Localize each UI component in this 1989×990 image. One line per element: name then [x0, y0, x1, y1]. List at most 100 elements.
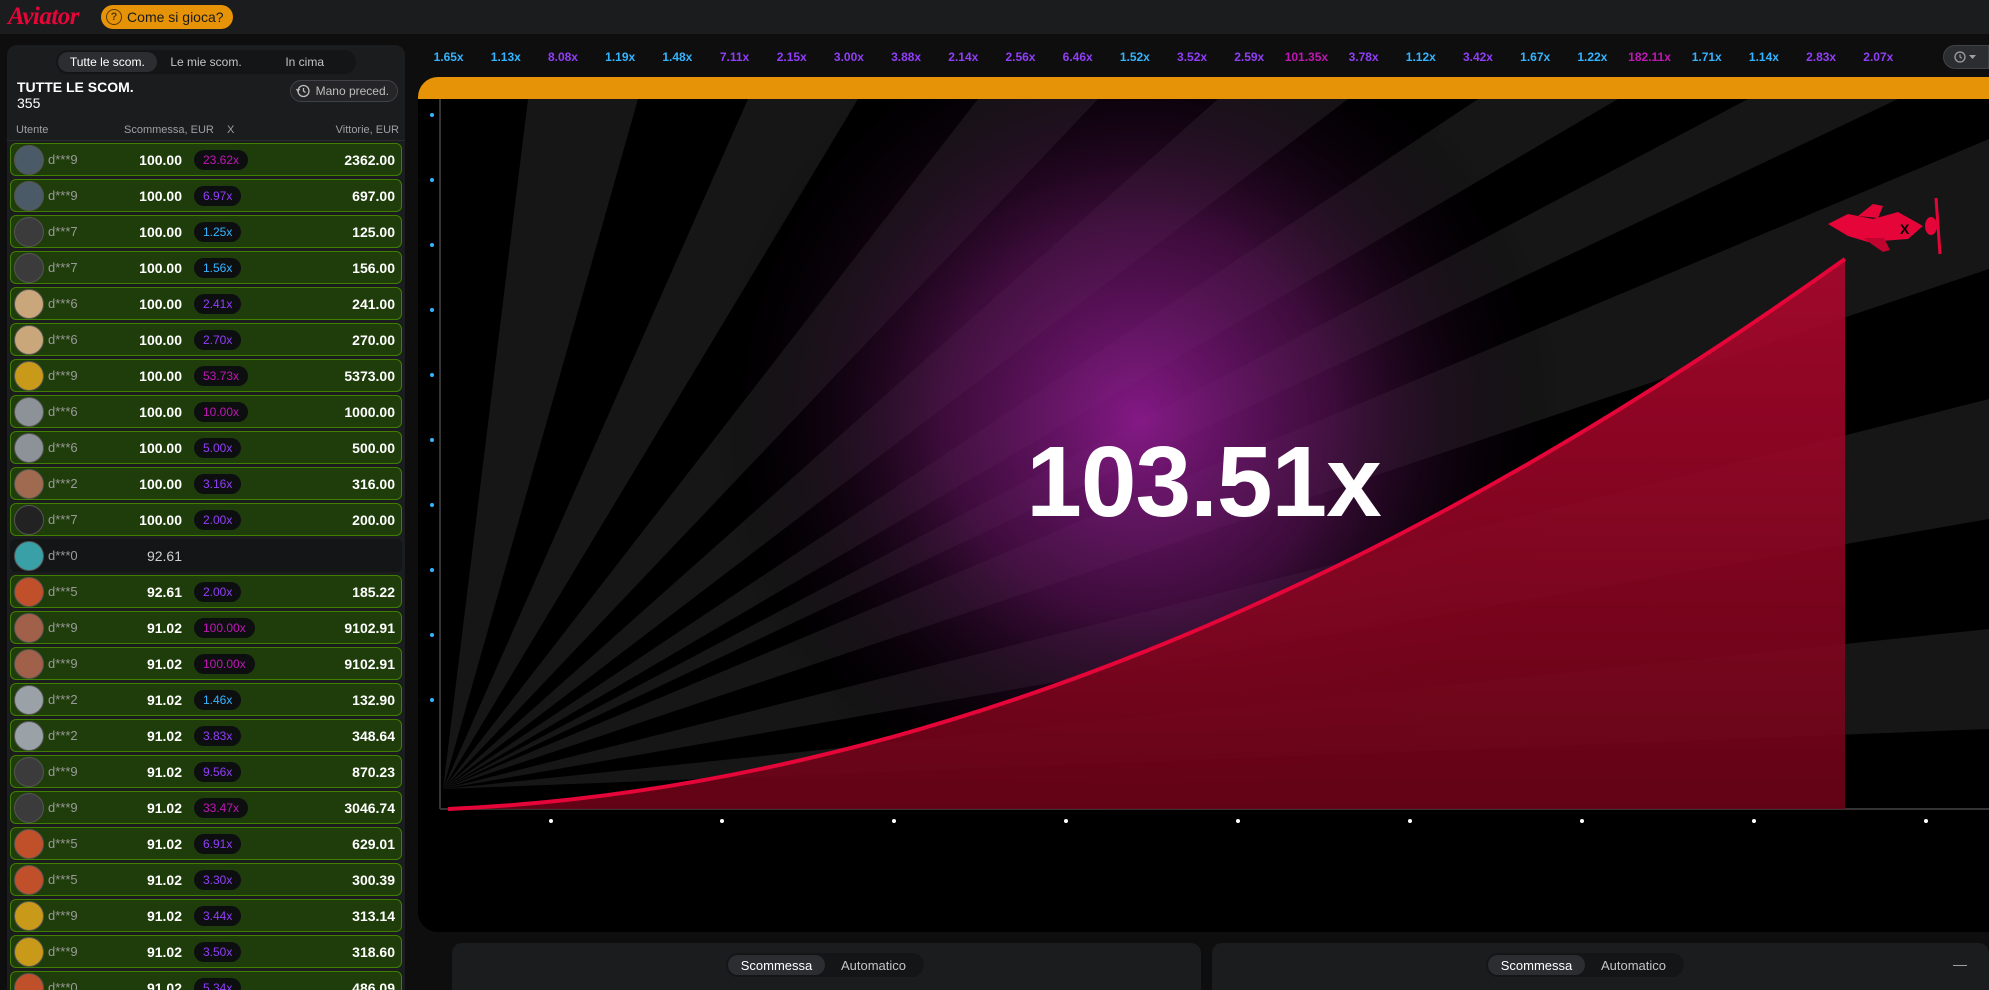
- history-multiplier[interactable]: 3.00x: [820, 50, 877, 64]
- avatar: [14, 432, 44, 463]
- bet-multiplier: 1.46x: [194, 689, 242, 710]
- history-multiplier[interactable]: 1.14x: [1735, 50, 1792, 64]
- history-multiplier[interactable]: 3.42x: [1449, 50, 1506, 64]
- bet-row: d***9 91.02 100.00x 9102.91: [10, 611, 402, 644]
- bet-user: d***5: [48, 836, 78, 851]
- current-multiplier: 103.51x: [1026, 426, 1381, 538]
- previous-hand-button[interactable]: Mano preced.: [289, 80, 398, 102]
- bet-multiplier: 5.00x: [194, 437, 242, 458]
- bet-amount: 91.02: [146, 691, 182, 708]
- history-multiplier[interactable]: 101.35x: [1278, 50, 1335, 64]
- bet-multiplier: 23.62x: [194, 149, 249, 170]
- col-user: Utente: [16, 123, 49, 136]
- bet-row: d***6 100.00 10.00x 1000.00: [10, 395, 402, 428]
- avatar: [14, 720, 44, 751]
- history-multiplier[interactable]: 1.19x: [592, 50, 649, 64]
- bet-winnings: 241.00: [352, 295, 395, 312]
- history-toggle-button[interactable]: [1943, 45, 1989, 69]
- question-icon: ?: [106, 9, 123, 25]
- bet-amount: 91.02: [146, 835, 182, 852]
- bet-winnings: 316.00: [352, 475, 395, 492]
- history-multiplier[interactable]: 3.78x: [1335, 50, 1392, 64]
- history-multiplier[interactable]: 8.08x: [534, 50, 591, 64]
- bet-user: d***6: [48, 440, 78, 455]
- avatar: [14, 792, 44, 823]
- bet-winnings: 5373.00: [344, 367, 395, 384]
- tab-auto[interactable]: Automatico: [1585, 955, 1682, 975]
- bet-user: d***0: [48, 548, 78, 563]
- bet-user: d***9: [48, 620, 78, 635]
- tab-my-bets[interactable]: Le mie scom.: [157, 52, 256, 72]
- bet-winnings: 2362.00: [344, 151, 395, 168]
- game-progress-bar: [418, 77, 1989, 99]
- bet-row: d***9 91.02 33.47x 3046.74: [10, 791, 402, 824]
- avatar: [14, 540, 44, 571]
- bet-amount: 91.02: [146, 727, 182, 744]
- bet-multiplier: 53.73x: [194, 365, 249, 386]
- history-multiplier[interactable]: 7.11x: [706, 50, 763, 64]
- tab-bet[interactable]: Scommessa: [1488, 955, 1585, 975]
- bet-winnings: 870.23: [352, 763, 395, 780]
- tab-bet[interactable]: Scommessa: [728, 955, 825, 975]
- avatar: [14, 612, 44, 643]
- bet-panel-1: Scommessa Automatico: [452, 943, 1201, 990]
- bet-winnings: 318.60: [352, 943, 395, 960]
- bet-multiplier: 10.00x: [194, 401, 249, 422]
- how-to-play-label: Come si gioca?: [127, 9, 224, 25]
- bet-user: d***2: [48, 728, 78, 743]
- bet-user: d***9: [48, 944, 78, 959]
- tab-auto[interactable]: Automatico: [825, 955, 922, 975]
- history-multiplier[interactable]: 1.22x: [1564, 50, 1621, 64]
- bet-amount: 92.61: [146, 583, 182, 600]
- svg-text:X: X: [1900, 221, 1910, 237]
- aviator-logo[interactable]: Aviator: [8, 3, 80, 31]
- history-multiplier[interactable]: 1.65x: [420, 50, 477, 64]
- bet-winnings: 629.01: [352, 835, 395, 852]
- avatar: [14, 252, 44, 283]
- minimize-panel-button[interactable]: —: [1951, 955, 1969, 973]
- bet-multiplier: 1.25x: [194, 221, 242, 242]
- bet-row: d***5 91.02 6.91x 629.01: [10, 827, 402, 860]
- history-multiplier[interactable]: 3.52x: [1163, 50, 1220, 64]
- bet-user: d***6: [48, 332, 78, 347]
- bet-amount: 100.00: [139, 403, 182, 420]
- bets-column-headers: Utente Scommessa, EUR X Vittorie, EUR: [7, 119, 405, 141]
- bet-multiplier: 2.00x: [194, 509, 242, 530]
- bet-row: d***7 100.00 2.00x 200.00: [10, 503, 402, 536]
- avatar: [14, 756, 44, 787]
- history-multiplier[interactable]: 1.12x: [1392, 50, 1449, 64]
- history-multiplier[interactable]: 3.88x: [878, 50, 935, 64]
- history-multiplier[interactable]: 2.14x: [935, 50, 992, 64]
- how-to-play-button[interactable]: ? Come si gioca?: [101, 5, 233, 29]
- bet-row: d***0 92.61: [10, 539, 402, 572]
- bet-row: d***2 91.02 1.46x 132.90: [10, 683, 402, 716]
- bet-multiplier: 100.00x: [194, 653, 255, 674]
- avatar: [14, 180, 44, 211]
- avatar: [14, 684, 44, 715]
- bet-multiplier: 6.91x: [194, 833, 242, 854]
- history-multiplier[interactable]: 2.59x: [1221, 50, 1278, 64]
- bet-amount: 100.00: [139, 331, 182, 348]
- history-multiplier[interactable]: 1.48x: [649, 50, 706, 64]
- bet-user: d***9: [48, 764, 78, 779]
- tab-top[interactable]: In cima: [255, 52, 354, 72]
- avatar: [14, 504, 44, 535]
- bet-user: d***6: [48, 296, 78, 311]
- history-multiplier[interactable]: 6.46x: [1049, 50, 1106, 64]
- tab-all-bets[interactable]: Tutte le scom.: [58, 52, 157, 72]
- history-multiplier[interactable]: 2.07x: [1850, 50, 1907, 64]
- bet-winnings: 313.14: [352, 907, 395, 924]
- history-multiplier[interactable]: 1.13x: [477, 50, 534, 64]
- history-multiplier[interactable]: 2.15x: [763, 50, 820, 64]
- history-multiplier[interactable]: 2.83x: [1793, 50, 1850, 64]
- clock-chevron-icon: [1954, 51, 1976, 63]
- history-multiplier[interactable]: 1.67x: [1507, 50, 1564, 64]
- game-area: X 103.51x: [418, 77, 1989, 932]
- history-multiplier[interactable]: 1.52x: [1106, 50, 1163, 64]
- history-multiplier[interactable]: 2.56x: [992, 50, 1049, 64]
- col-x: X: [227, 123, 235, 136]
- history-multiplier[interactable]: 1.71x: [1678, 50, 1735, 64]
- avatar: [14, 468, 44, 499]
- bet-row: d***9 91.02 9.56x 870.23: [10, 755, 402, 788]
- history-multiplier[interactable]: 182.11x: [1621, 50, 1678, 64]
